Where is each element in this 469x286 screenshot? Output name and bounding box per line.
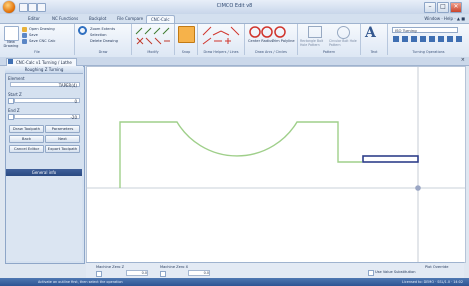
stock-highlight: [362, 155, 419, 163]
panel-title: Roughing Z Turning: [5, 66, 83, 74]
maximize-button[interactable]: □: [437, 2, 449, 13]
modify-tools-icon[interactable]: [135, 26, 171, 46]
open-drawing-button[interactable]: Open Drawing: [29, 27, 55, 31]
circle-tools-icon[interactable]: [248, 25, 294, 38]
tab-editor[interactable]: Editor: [24, 15, 44, 23]
end-field[interactable]: -20: [14, 114, 80, 120]
ribbon-group-text: A Text: [361, 24, 388, 55]
rect-bolt-pattern-button[interactable]: Rectangle Bolt Hole Pattern: [300, 39, 328, 47]
ribbon-group-helpers: Draw Helpers / Lines: [198, 24, 245, 55]
open-icon[interactable]: [22, 27, 27, 32]
save-cnc-calc-button[interactable]: Save CNC Calc: [29, 39, 56, 43]
zoom-icon[interactable]: [78, 26, 87, 35]
machine-zero-z-field[interactable]: 0.0: [126, 270, 148, 276]
group-label-pattern: Pattern: [322, 50, 336, 54]
back-button[interactable]: Back: [9, 135, 44, 143]
part-profile: [119, 121, 362, 188]
ribbon-group-snap: Snap: [175, 24, 198, 55]
general-info-body: [6, 176, 82, 261]
minimize-button[interactable]: –: [424, 2, 436, 13]
save-drawing-icon[interactable]: [22, 33, 27, 38]
close-document-icon[interactable]: ×: [461, 57, 465, 63]
element-label: Element: [8, 76, 25, 81]
snap-grid-icon[interactable]: [178, 26, 195, 43]
document-icon: [8, 59, 13, 64]
group-label-draw: Draw: [98, 50, 108, 54]
turning-profile-drawing[interactable]: [87, 67, 465, 262]
new-drawing-icon[interactable]: [4, 26, 19, 41]
ribbon-group-arcs: Center Radius Trim Polyline Draw Arcs / …: [245, 24, 298, 55]
element-field[interactable]: TAPER(4): [10, 82, 80, 88]
tab-file-compare[interactable]: File Compare: [113, 15, 147, 23]
export-toolpath-button[interactable]: Export Toolpath: [45, 145, 80, 153]
new-drawing-label: New Drawing: [3, 40, 19, 48]
help-menu[interactable]: Window · Help · ▲ ■: [424, 15, 465, 23]
group-label-turning: Turning Operations: [412, 50, 445, 54]
turning-operations-icon[interactable]: [392, 35, 464, 44]
window-title: CIMCO Edit v8: [216, 3, 253, 9]
next-button[interactable]: Next: [45, 135, 80, 143]
machine-zero-z-label: Machine Zero Z: [96, 265, 125, 269]
drawing-canvas[interactable]: [86, 66, 466, 263]
machine-zero-x-checkbox[interactable]: [160, 271, 166, 277]
line-tools-icon[interactable]: [201, 26, 241, 46]
status-bar: Activate an outline first, then select t…: [0, 278, 469, 286]
machine-zero-z-checkbox[interactable]: [96, 271, 102, 277]
start-label: Start Z: [8, 92, 22, 97]
turning-type-dropdown[interactable]: ISO Turning: [392, 27, 458, 33]
plot-override-label: Plot Override: [425, 265, 449, 269]
group-label-file: File: [34, 50, 40, 54]
close-button[interactable]: ✕: [450, 2, 462, 13]
general-info-header[interactable]: General info: [6, 169, 82, 176]
tab-nc-functions[interactable]: NC Functions: [48, 15, 82, 23]
circular-bolt-pattern-button[interactable]: Circular Bolt Hole Pattern: [329, 39, 358, 47]
start-field[interactable]: 0: [14, 98, 80, 104]
substitution-checkbox[interactable]: [368, 270, 374, 276]
circular-pattern-icon[interactable]: [337, 26, 350, 39]
save-cnc-icon[interactable]: [22, 39, 27, 44]
selection-button[interactable]: Selection: [90, 33, 107, 37]
save-button[interactable]: Save: [29, 33, 38, 37]
status-message: Activate an outline first, then select t…: [38, 280, 123, 284]
end-label: End Z: [8, 108, 20, 113]
ribbon-group-modify: Modify: [132, 24, 175, 55]
ribbon-group-pattern: Rectangle Bolt Hole Pattern Circular Bol…: [298, 24, 361, 55]
substitution-label: Use Value Substitution: [375, 270, 416, 274]
group-label-snap: Snap: [181, 50, 191, 54]
cancel-editor-button[interactable]: Cancel Editor: [9, 145, 44, 153]
ribbon-group-turning: ISO Turning Turning Operations: [388, 24, 469, 55]
document-tab[interactable]: CNC-Calc v1 Turning / Lathe: [6, 58, 77, 66]
draw-toolpath-button[interactable]: Draw Toolpath: [9, 125, 44, 133]
group-label-modify: Modify: [147, 50, 159, 54]
origin-marker: [415, 185, 421, 191]
center-radius-button[interactable]: Center Radius: [248, 39, 273, 43]
delete-drawing-button[interactable]: Delete Drawing: [90, 39, 118, 43]
group-label-text: Text: [370, 50, 378, 54]
group-label-arcs: Draw Arcs / Circles: [255, 50, 287, 54]
machine-zero-x-label: Machine Zero X: [160, 265, 189, 269]
text-tool-icon[interactable]: A: [365, 25, 376, 41]
rect-pattern-icon[interactable]: [308, 26, 322, 38]
trim-polyline-button[interactable]: Trim Polyline: [272, 39, 295, 43]
zoom-extents-button[interactable]: Zoom Extents: [90, 27, 115, 31]
parameters-button[interactable]: Parameters: [45, 125, 80, 133]
machine-zero-x-field[interactable]: 0.0: [188, 270, 210, 276]
tab-backplot[interactable]: Backplot: [85, 15, 110, 23]
status-license: Licensed to: DEMO · SSL/1.0 · 14:02: [402, 280, 463, 284]
ribbon-group-draw: Zoom Extents Selection Delete Drawing Dr…: [75, 24, 132, 55]
group-label-helpers: Draw Helpers / Lines: [203, 50, 239, 54]
ribbon-group-file: New Drawing Open Drawing Save Save CNC C…: [0, 24, 75, 55]
